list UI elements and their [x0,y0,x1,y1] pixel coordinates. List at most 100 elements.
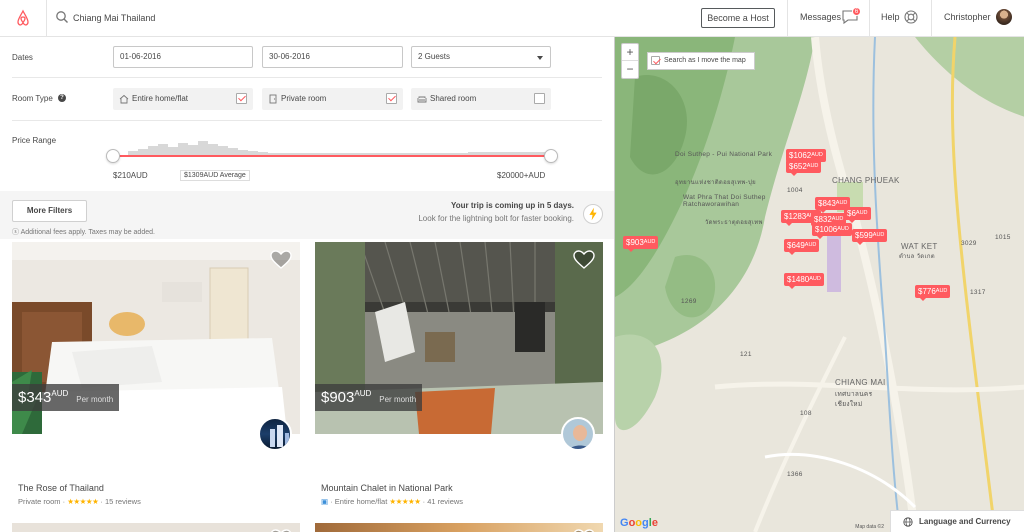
listing-title[interactable]: The Rose of Thailand [18,483,104,493]
price-min-handle[interactable] [106,149,120,163]
map-price-pin[interactable]: $6AUD [844,207,871,223]
map-price-pin[interactable]: $652AUD [786,160,822,176]
road-label: 1317 [970,289,986,296]
heart-icon[interactable] [270,250,292,270]
listing-photo[interactable] [315,523,603,532]
map-label: Wat Phra That Doi Suthep Ratchaworawihan [683,194,766,208]
search-input[interactable] [73,9,373,27]
guests-value: 2 Guests [418,52,451,61]
price-max-handle[interactable] [544,149,558,163]
messages-link[interactable]: Messages [800,12,841,22]
google-logo: Google [620,517,658,529]
user-menu[interactable]: Christopher [944,12,991,22]
room-type-label-text: Entire home/flat [132,94,189,103]
listing-photo[interactable] [12,523,300,532]
price-period: Per month [76,395,114,404]
info-icon[interactable]: ? [58,94,66,102]
road-label: 121 [740,351,752,358]
dates-label: Dates [12,53,33,62]
become-host-button[interactable]: Become a Host [701,8,775,28]
pin-currency: AUD [804,242,817,248]
pin-currency: AUD [643,239,656,245]
room-type-label-text: Shared room [430,94,477,103]
map-attribution: Map data ©2 [855,524,884,530]
pin-price: $903 [626,238,644,247]
checkbox[interactable] [651,56,660,65]
heart-icon[interactable] [573,250,595,270]
pin-price: $652 [789,162,807,171]
price-average: $1309AUD Average [180,170,250,181]
pin-price: $649 [787,241,805,250]
host-avatar[interactable] [258,417,292,451]
user-avatar[interactable] [996,9,1012,25]
zoom-out-button[interactable]: − [622,61,638,78]
map-price-pin[interactable]: $1480AUD [784,273,824,289]
search-as-move-label: Search as I move the map [664,57,746,64]
map-label: WAT KET [901,242,938,251]
pin-price: $843 [818,199,836,208]
chevron-down-icon [537,56,543,60]
listing-photo[interactable]: $343AUD Per month [12,242,300,434]
notice-bar: More Filters ⓢ Additional fees apply. Ta… [0,191,614,239]
road-label: 3029 [961,240,977,247]
room-type-entire[interactable]: Entire home/flat [113,88,253,110]
checkout-input[interactable]: 30-06-2016 [262,46,403,68]
listing-price: $903AUD Per month [315,384,423,411]
nav-divider [787,0,788,36]
language-currency-button[interactable]: Language and Currency [890,510,1024,532]
price-period: Per month [379,395,417,404]
divider [12,120,602,121]
map-label: ตำบล วัดเกต [899,254,935,260]
checkbox[interactable] [236,93,247,104]
checkbox[interactable] [386,93,397,104]
pin-currency: AUD [935,288,948,294]
room-type-private[interactable]: Private room [262,88,403,110]
star-rating: ★★★★★ [67,497,99,506]
zoom-in-button[interactable]: + [622,44,638,61]
road-label: 1366 [787,471,803,478]
road-label: 1269 [681,298,697,305]
listing-title[interactable]: Mountain Chalet in National Park [321,483,453,493]
airbnb-logo-icon[interactable] [13,8,33,28]
search-area [46,0,686,36]
price-currency: AUD [51,389,69,398]
checkin-input[interactable]: 01-06-2016 [113,46,253,68]
trip-notice-subtitle: Look for the lightning bolt for faster b… [418,214,574,223]
room-type-label: Room Type [12,94,53,103]
pin-price: $1480 [787,275,810,284]
couch-icon [417,96,427,103]
zoom-control[interactable]: + − [621,43,639,79]
guests-select[interactable]: 2 Guests [411,46,551,68]
listing-meta: ▣ · Entire home/flat ★★★★★ · 41 reviews [321,497,464,506]
help-lifebuoy-icon[interactable] [904,10,918,24]
map-label: CHANG PHUEAK [832,176,900,185]
map-price-pin[interactable]: $599AUD [852,229,888,245]
top-nav-bar: Become a Host Messages 6 Help Christophe… [0,0,1024,37]
trip-notice-title: Your trip is coming up in 5 days. [451,201,574,210]
listing-meta: Private room · ★★★★★ · 15 reviews [18,497,141,506]
map-panel[interactable]: + − Search as I move the map Doi Suthep … [614,37,1024,532]
room-type-shared[interactable]: Shared room [411,88,551,110]
price-range-label: Price Range [12,136,57,145]
host-avatar[interactable] [561,417,595,451]
map-price-pin[interactable]: $776AUD [915,285,951,301]
listing-photo[interactable]: $903AUD Per month [315,242,603,434]
filters-section: Dates 01-06-2016 30-06-2016 2 Guests Roo… [0,37,614,191]
price-histogram [128,141,548,155]
checkbox[interactable] [534,93,545,104]
pin-currency: AUD [806,163,819,169]
map-price-pin[interactable]: $1006AUD [812,223,852,239]
more-filters-button[interactable]: More Filters [12,200,87,222]
pin-price: $1006 [815,225,838,234]
map-label: Doi Suthep - Pui National Park [675,151,773,158]
pin-currency: AUD [831,216,844,222]
star-rating: ★★★★★ [389,497,421,506]
door-icon [269,94,277,104]
road-label: 108 [800,410,812,417]
map-price-pin[interactable]: $649AUD [784,239,820,255]
help-link[interactable]: Help [881,12,900,22]
map-price-pin[interactable]: $903AUD [623,236,659,252]
divider [12,77,602,78]
pin-price: $776 [918,287,936,296]
search-as-move-toggle[interactable]: Search as I move the map [647,52,755,70]
